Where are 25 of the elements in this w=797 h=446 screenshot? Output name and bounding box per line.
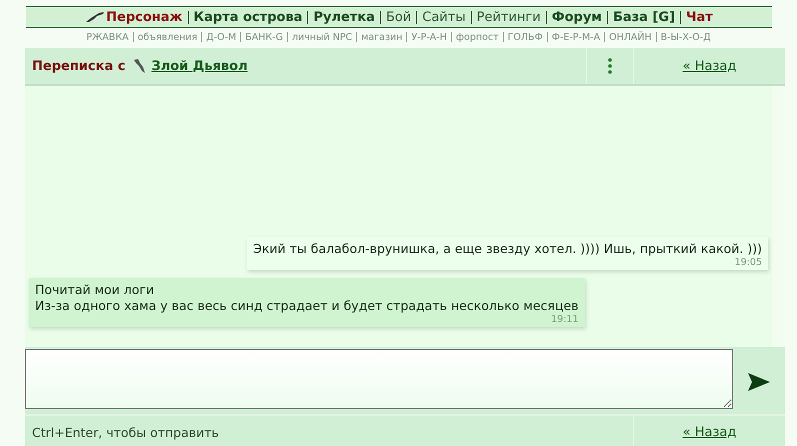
figure-icon [132,58,146,74]
nav-link[interactable]: Чат [686,10,713,24]
message-time: 19:11 [550,314,579,325]
back-link[interactable]: « Назад [682,424,736,440]
subnav-link[interactable]: У-Р-А-Н [411,32,447,42]
message-text: Из-за одного хама у вас весь синд страдает и будет страдать несколько месяцев [35,298,579,314]
send-hint: Ctrl+Enter, чтобы отправить [31,424,220,442]
nav-link[interactable]: Бой [386,10,412,24]
nav-link[interactable]: Персонаж [85,10,182,24]
nav-link[interactable]: Рейтинги [476,10,541,24]
back-link[interactable]: « Назад [682,58,736,74]
message-text: Экий ты балабол-врунишка, а еще звезду хотел. )))) Ишь, прыткий какой. ))) [253,241,762,257]
conversation-title: Переписка с [32,58,126,74]
message-text: Почитай мои логи [35,282,156,298]
user-link[interactable]: Злой Дьявол [151,58,248,74]
nav-link[interactable]: Карта острова [194,10,302,24]
nav-link[interactable]: Рулетка [313,10,375,24]
scrollbar-track[interactable] [772,86,785,347]
message-input[interactable] [25,349,733,409]
message-time: 19:05 [734,257,762,268]
nav-link[interactable]: База [G] [612,10,676,24]
nav-link[interactable]: Форум [552,10,602,24]
send-icon [747,372,771,392]
more-icon [608,58,612,74]
nav-link[interactable]: Сайты [422,10,466,24]
